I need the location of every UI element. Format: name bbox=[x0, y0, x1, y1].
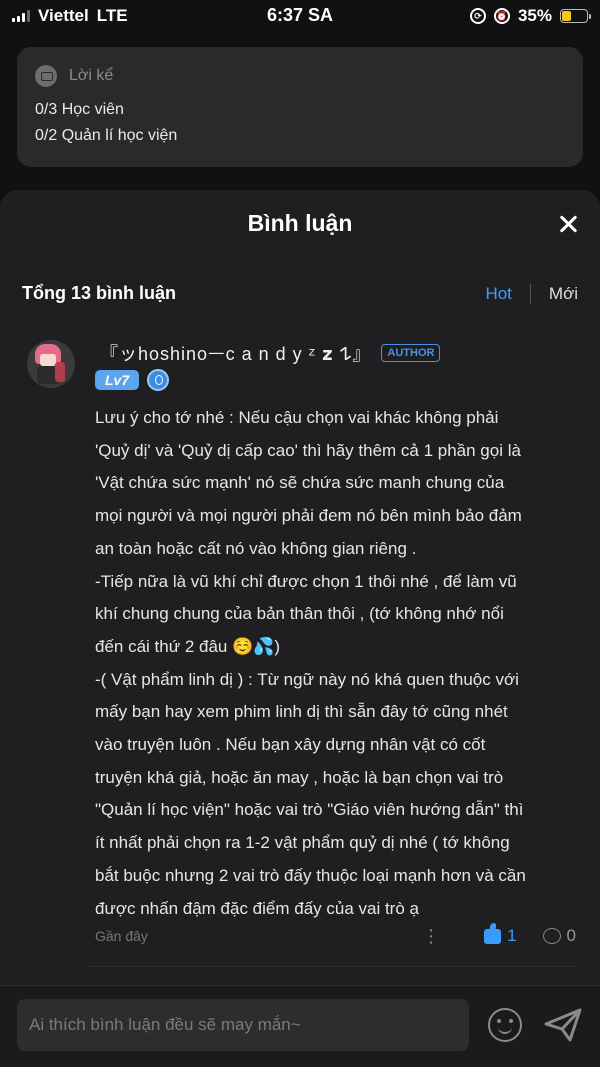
send-icon[interactable] bbox=[543, 1007, 583, 1043]
sort-hot-tab[interactable]: Hot bbox=[485, 284, 511, 304]
sort-new-tab[interactable]: Mới bbox=[549, 284, 578, 304]
reply-button[interactable]: 0 bbox=[542, 926, 576, 946]
comments-sheet: Bình luận Tổng 13 bình luận Hot Mới 『ッho… bbox=[0, 190, 600, 1067]
comment-line: truyện khá giả, hoặc ăn may , hoặc là bạ… bbox=[95, 767, 504, 787]
emoji-icon[interactable] bbox=[488, 1008, 522, 1042]
message-icon bbox=[35, 65, 57, 87]
status-bar: Viettel LTE 6:37 SA ⟳ ⏰ 35% bbox=[0, 0, 600, 32]
comment-line: Lưu ý cho tớ nhé : Nếu cậu chọn vai khác… bbox=[95, 408, 499, 427]
clock: 6:37 SA bbox=[266, 5, 334, 25]
comment-line: 'Quỷ dị' và 'Quỷ dị cấp cao' thì hãy thê… bbox=[95, 440, 521, 460]
managers-count: 0/2 Quản lí học viện bbox=[35, 127, 178, 144]
like-button[interactable]: 1 bbox=[484, 926, 517, 946]
avatar[interactable] bbox=[27, 340, 75, 388]
comment-line: được nhấn đậm đặc điểm đấy của vai trò ạ bbox=[95, 898, 419, 918]
comment-input[interactable] bbox=[17, 999, 469, 1051]
comment-username[interactable]: 『ッhoshinoᅳc a n d y ᶻ 𝘇 𐰁』 bbox=[100, 340, 371, 366]
comment-count: Tổng 13 bình luận bbox=[22, 283, 176, 303]
reply-count: 0 bbox=[566, 926, 576, 945]
element-badge-icon bbox=[147, 369, 170, 391]
comment-line: mọi người và mọi người phải đem nó bên m… bbox=[95, 506, 522, 526]
comment-line: khí chung chung của bản thân thôi , (tớ … bbox=[95, 604, 504, 624]
close-icon[interactable] bbox=[556, 212, 580, 236]
comment-line: đến cái thứ 2 đâu ☺️💦) bbox=[95, 636, 281, 656]
sort-divider bbox=[529, 283, 531, 304]
battery-icon bbox=[560, 9, 591, 23]
students-count: 0/3 Học viên bbox=[35, 101, 124, 118]
story-info-card[interactable]: Lời kể 0/3 Học viên 0/2 Quản lí học viện bbox=[17, 47, 583, 167]
comment-line: bắt buộc nhưng 2 vai trò đấy thuộc loại … bbox=[95, 865, 526, 885]
sort-toggle: Hot Mới bbox=[485, 283, 578, 304]
comment-composer bbox=[0, 985, 600, 1067]
thumbs-up-icon bbox=[484, 928, 502, 944]
divider bbox=[85, 966, 578, 967]
comment-line: -( Vật phẩm linh dị ) : Từ ngữ này nó kh… bbox=[95, 669, 519, 689]
comment-line: -Tiếp nữa là vũ khí chỉ được chọn 1 thôi… bbox=[95, 571, 517, 591]
comment-line: 'Vật chứa sức mạnh' nó sẽ chứa sức manh … bbox=[95, 473, 505, 493]
sheet-title: Bình luận bbox=[247, 210, 353, 236]
author-badge: AUTHOR bbox=[381, 344, 441, 362]
comment-line: ít nhất phải chọn ra 1-2 vật phẩm quỷ dị… bbox=[95, 833, 510, 853]
info-card-title: Lời kể bbox=[69, 67, 114, 84]
level-badge: Lv7 bbox=[95, 370, 140, 390]
comment-time: Gần đây bbox=[95, 928, 148, 944]
comment-line: mấy bạn hay xem phim linh dị thì sẵn đây… bbox=[95, 702, 508, 722]
comment-line: "Quản lí học viện" hoặc vai trò "Giáo vi… bbox=[95, 800, 524, 820]
comment-bubble-icon bbox=[542, 928, 561, 944]
like-count: 1 bbox=[507, 926, 517, 945]
more-options-icon[interactable]: ⋮ bbox=[422, 927, 440, 945]
comment-body: Lưu ý cho tớ nhé : Nếu cậu chọn vai khác… bbox=[95, 402, 577, 925]
comment-line: an toàn hoặc cất nó vào không gian riêng… bbox=[95, 538, 417, 558]
comment-line: vào truyện luôn . Nếu bạn xây dựng nhân … bbox=[95, 735, 486, 755]
